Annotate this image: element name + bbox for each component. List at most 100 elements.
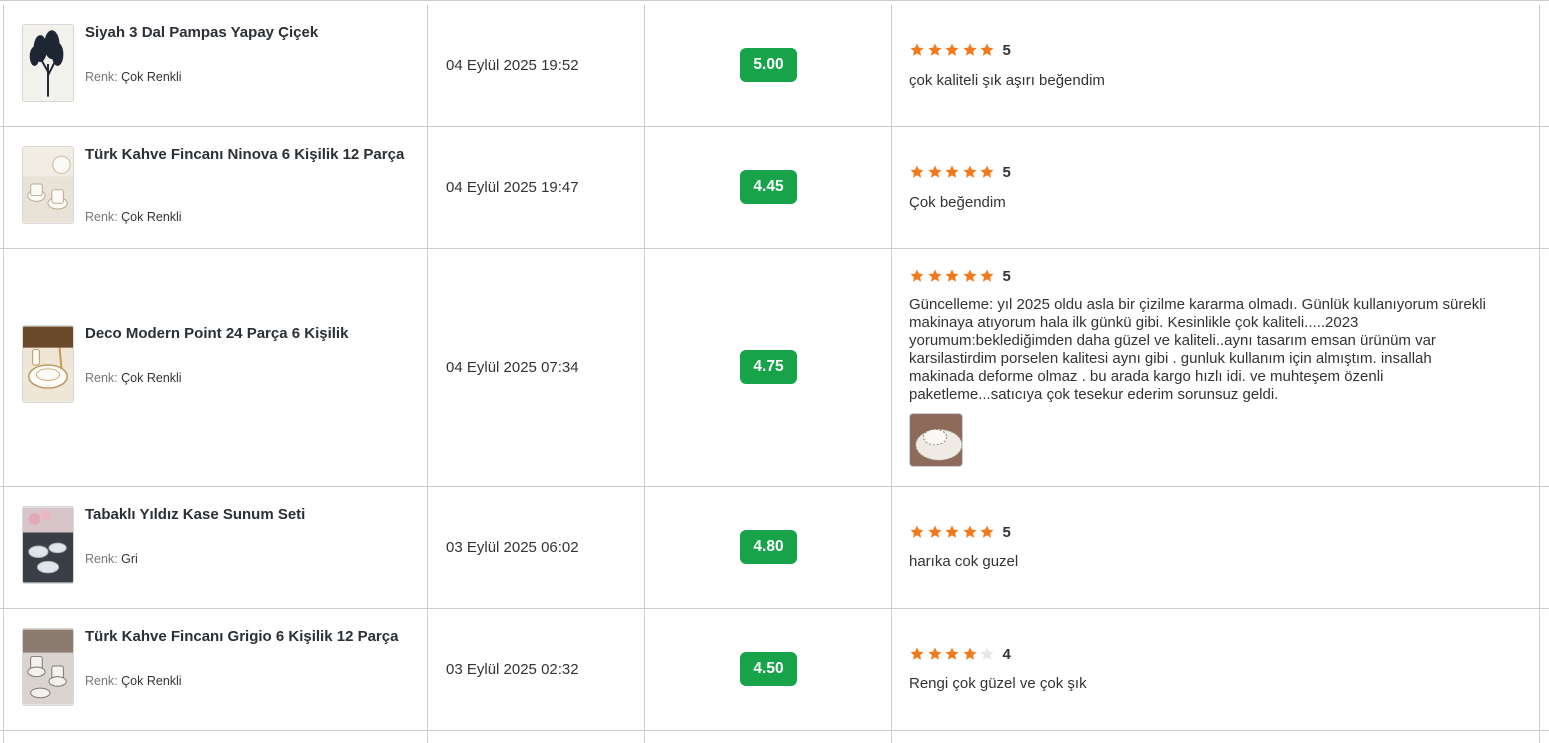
star-rating: 5 — [909, 163, 1011, 181]
star-filled-icon — [927, 525, 942, 538]
review-cell: 5 Güncelleme: yıl 2025 oldu asla bir çiz… — [892, 249, 1540, 486]
date-cell: 04 Eylül 2025 07:34 — [428, 249, 645, 486]
attribute-value: Gri — [121, 552, 138, 566]
score-cell: 5.00 — [645, 5, 892, 126]
attribute-value: Çok Renkli — [121, 210, 182, 224]
score-cell: 4.50 — [645, 609, 892, 730]
star-filled-icon — [980, 165, 994, 178]
attribute-label: Renk: — [85, 371, 118, 385]
attribute-value: Çok Renkli — [121, 674, 182, 688]
attribute-label: Renk: — [85, 70, 118, 84]
date-cell: 04 Eylül 2025 19:52 — [428, 5, 645, 126]
score-badge: 5.00 — [740, 48, 797, 82]
product-thumbnail[interactable] — [22, 506, 74, 584]
review-text: çok kaliteli şık aşırı beğendim — [909, 72, 1105, 89]
product-thumbnail[interactable] — [22, 628, 74, 706]
star-filled-icon — [980, 43, 994, 56]
review-cell: 5 çok kaliteli şık aşırı beğendim — [892, 5, 1540, 126]
star-rating: 5 — [909, 523, 1011, 541]
date-cell — [428, 731, 645, 743]
product-attribute: Renk: Çok Renkli — [85, 210, 182, 224]
extra-cell — [1540, 5, 1549, 126]
product-name[interactable]: Deco Modern Point 24 Parça 6 Kişilik — [85, 325, 415, 343]
attribute-value: Çok Renkli — [121, 70, 182, 84]
star-filled-icon — [910, 647, 924, 660]
table-row: Türk Kahve Fincanı Ninova 6 Kişilik 12 P… — [0, 127, 1549, 249]
extra-cell — [1540, 127, 1549, 248]
star-rating: 5 — [909, 267, 1011, 285]
product-thumbnail[interactable] — [22, 24, 74, 102]
star-rating: 4 — [909, 645, 1011, 663]
product-thumbnail[interactable] — [22, 325, 74, 403]
product-cell: Tabaklı Yıldız Kase Sunum Seti Renk: Gri — [3, 487, 428, 608]
review-cell: 4 Rengi çok güzel ve çok şık — [892, 609, 1540, 730]
star-filled-icon — [962, 43, 977, 56]
star-filled-icon — [945, 43, 959, 56]
product-name[interactable]: Türk Kahve Fincanı Ninova 6 Kişilik 12 P… — [85, 146, 415, 164]
review-text: Rengi çok güzel ve çok şık — [909, 675, 1087, 692]
star-filled-icon — [962, 525, 977, 538]
review-cell — [892, 731, 1540, 743]
star-empty-icon — [980, 647, 994, 660]
table-row: Siyah 3 Dal Pampas Yapay Çiçek Renk: Çok… — [0, 5, 1549, 127]
review-cell: 5 Çok beğendim — [892, 127, 1540, 248]
review-date: 04 Eylül 2025 19:47 — [446, 179, 579, 196]
rating-number: 5 — [1002, 523, 1011, 541]
rating-number: 5 — [1002, 267, 1011, 285]
extra-cell — [1540, 487, 1549, 608]
star-filled-icon — [962, 165, 977, 178]
product-attribute: Renk: Çok Renkli — [85, 70, 182, 84]
rating-number: 4 — [1002, 645, 1011, 663]
attribute-label: Renk: — [85, 210, 118, 224]
score-badge: 4.50 — [740, 652, 797, 686]
review-text: Çok beğendim — [909, 194, 1006, 211]
product-name[interactable]: Türk Kahve Fincanı Grigio 6 Kişilik 12 P… — [85, 628, 415, 646]
product-attribute: Renk: Gri — [85, 552, 138, 566]
star-filled-icon — [910, 269, 924, 282]
star-filled-icon — [910, 165, 924, 178]
reviews-table: Siyah 3 Dal Pampas Yapay Çiçek Renk: Çok… — [0, 0, 1549, 743]
star-filled-icon — [910, 525, 924, 538]
product-name[interactable]: Tabaklı Yıldız Kase Sunum Seti — [85, 506, 415, 524]
extra-cell — [1540, 609, 1549, 730]
star-filled-icon — [910, 43, 924, 56]
product-cell — [3, 731, 428, 743]
product-cell: Türk Kahve Fincanı Grigio 6 Kişilik 12 P… — [3, 609, 428, 730]
product-cell: Deco Modern Point 24 Parça 6 Kişilik Ren… — [3, 249, 428, 486]
product-thumbnail[interactable] — [22, 146, 74, 224]
review-photo[interactable] — [909, 413, 963, 467]
attribute-label: Renk: — [85, 674, 118, 688]
product-attribute: Renk: Çok Renkli — [85, 371, 182, 385]
product-cell: Türk Kahve Fincanı Ninova 6 Kişilik 12 P… — [3, 127, 428, 248]
score-cell — [645, 731, 892, 743]
score-cell: 4.80 — [645, 487, 892, 608]
star-filled-icon — [945, 165, 959, 178]
star-filled-icon — [980, 269, 994, 282]
star-rating: 5 — [909, 42, 1011, 59]
rating-number: 5 — [1002, 163, 1011, 181]
product-name[interactable]: Siyah 3 Dal Pampas Yapay Çiçek — [85, 24, 415, 42]
attribute-label: Renk: — [85, 552, 118, 566]
star-filled-icon — [962, 647, 977, 660]
star-filled-icon — [945, 269, 959, 282]
star-filled-icon — [962, 269, 977, 282]
table-row — [0, 731, 1549, 743]
table-row: Deco Modern Point 24 Parça 6 Kişilik Ren… — [0, 249, 1549, 487]
score-badge: 4.75 — [740, 350, 797, 384]
product-attribute: Renk: Çok Renkli — [85, 674, 182, 688]
review-text: harıka cok guzel — [909, 553, 1019, 570]
date-cell: 03 Eylül 2025 06:02 — [428, 487, 645, 608]
review-date: 03 Eylül 2025 06:02 — [446, 539, 579, 556]
star-filled-icon — [927, 269, 942, 282]
date-cell: 03 Eylül 2025 02:32 — [428, 609, 645, 730]
review-cell: 5 harıka cok guzel — [892, 487, 1540, 608]
star-filled-icon — [945, 647, 959, 660]
review-text: Güncelleme: yıl 2025 oldu asla bir çizil… — [909, 296, 1486, 403]
star-filled-icon — [927, 647, 942, 660]
date-cell: 04 Eylül 2025 19:47 — [428, 127, 645, 248]
score-badge: 4.45 — [740, 170, 797, 204]
star-filled-icon — [980, 525, 994, 538]
star-filled-icon — [927, 43, 942, 56]
star-filled-icon — [927, 165, 942, 178]
review-date: 04 Eylül 2025 07:34 — [446, 359, 579, 376]
